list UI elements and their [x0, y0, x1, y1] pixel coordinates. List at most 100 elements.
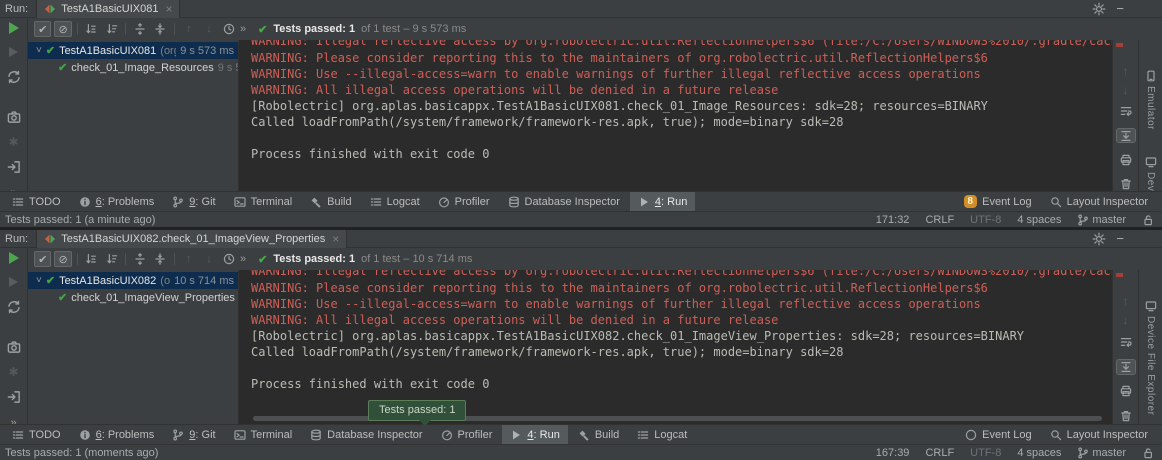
screenshot-camera-icon[interactable] — [7, 110, 21, 124]
test-history-icon[interactable] — [221, 21, 238, 37]
next-occurrence-icon[interactable]: ↓ — [200, 251, 217, 267]
tab-problems[interactable]: 6: Problems — [71, 192, 163, 212]
console-output-1[interactable]: WARNING: Illegal reflective access by or… — [238, 40, 1112, 191]
print-icon[interactable] — [1116, 152, 1136, 167]
hide-window-icon[interactable]: − — [1116, 231, 1124, 246]
event-log-button[interactable]: 8Event Log — [964, 195, 1032, 208]
tab-run[interactable]: 4: Run — [630, 192, 695, 212]
previous-occurrence-icon[interactable]: ↑ — [180, 251, 197, 267]
git-branch-widget[interactable]: master — [1077, 447, 1126, 459]
run-tab-testa1basicuix082[interactable]: TestA1BasicUIX082.check_01_ImageView_Pro… — [36, 230, 347, 248]
down-stack-trace-icon[interactable]: ↓ — [1123, 85, 1129, 95]
tab-terminal[interactable]: Terminal — [226, 425, 301, 445]
screenshot-camera-icon[interactable] — [7, 340, 21, 354]
file-encoding[interactable]: UTF-8 — [970, 214, 1001, 226]
settings-gear-icon[interactable] — [1092, 232, 1106, 246]
show-ignored-toggle[interactable]: ⊘ — [54, 21, 71, 37]
tab-run[interactable]: 4: Run — [502, 425, 567, 445]
hide-window-icon[interactable]: − — [1116, 1, 1124, 16]
collapse-caret-icon[interactable]: ˅ — [36, 275, 42, 286]
soft-wrap-icon[interactable] — [1116, 104, 1136, 119]
sort-by-duration-icon[interactable] — [103, 21, 120, 37]
show-ignored-toggle[interactable]: ⊘ — [54, 251, 71, 267]
settings-gear-icon[interactable] — [1092, 2, 1106, 16]
up-stack-trace-icon[interactable]: ↑ — [1123, 66, 1129, 76]
show-passed-toggle[interactable]: ✔ — [34, 21, 51, 37]
tab-logcat[interactable]: Logcat — [362, 192, 428, 212]
tree-row-root[interactable]: ˅ ✔ TestA1BasicUIX082 (org.aplas.basica … — [28, 272, 238, 289]
caret-position[interactable]: 167:39 — [876, 447, 910, 459]
tab-database-inspector[interactable]: Database Inspector — [500, 192, 628, 212]
line-separator[interactable]: CRLF — [925, 447, 954, 459]
soft-wrap-icon[interactable] — [1116, 334, 1136, 350]
stripe-button-emulator[interactable]: Emulator — [1145, 70, 1157, 130]
collapse-caret-icon[interactable]: ˅ — [36, 45, 42, 56]
tab-build[interactable]: Build — [302, 192, 359, 212]
file-encoding[interactable]: UTF-8 — [970, 447, 1001, 459]
import-tests-icon[interactable] — [7, 160, 21, 174]
event-log-button[interactable]: Event Log — [965, 429, 1032, 441]
indent-setting[interactable]: 4 spaces — [1017, 214, 1061, 226]
tab-git[interactable]: 9: Git — [164, 425, 223, 445]
show-passed-toggle[interactable]: ✔ — [34, 251, 51, 267]
toggle-auto-test-icon[interactable] — [7, 300, 21, 314]
tab-database-inspector[interactable]: Database Inspector — [302, 425, 430, 445]
line-separator[interactable]: CRLF — [925, 214, 954, 226]
sort-alphabetically-icon[interactable] — [83, 251, 100, 267]
tool-window-bar-1: TODO 6: Problems 9: Git Terminal Build L… — [0, 191, 1162, 211]
record-icon[interactable]: ✱ — [8, 367, 18, 377]
import-tests-icon[interactable] — [7, 390, 21, 404]
rerun-button[interactable] — [9, 252, 19, 264]
tab-build[interactable]: Build — [570, 425, 627, 445]
lock-icon[interactable] — [1142, 447, 1154, 459]
tab-todo[interactable]: TODO — [4, 192, 69, 212]
scroll-to-end-icon[interactable] — [1116, 359, 1136, 375]
close-icon[interactable]: × — [165, 2, 172, 16]
console-line: Called loadFromPath(/system/framework/fr… — [251, 344, 1112, 360]
up-stack-trace-icon[interactable]: ↑ — [1123, 296, 1129, 306]
next-occurrence-icon[interactable]: ↓ — [200, 21, 217, 37]
tree-row-test[interactable]: ✔ check_01_ImageView_Properties 10 s 714… — [28, 289, 238, 306]
tab-profiler[interactable]: Profiler — [430, 192, 498, 212]
toggle-auto-test-icon[interactable] — [7, 70, 21, 84]
stripe-button-device-file-explorer[interactable]: Device File Explorer — [1145, 300, 1157, 415]
tree-row-test[interactable]: ✔ check_01_Image_Resources 9 s 573 ms — [28, 59, 238, 76]
collapse-all-icon[interactable] — [152, 21, 169, 37]
layout-inspector-button[interactable]: Layout Inspector — [1050, 429, 1148, 441]
test-history-icon[interactable] — [221, 251, 238, 267]
close-icon[interactable]: × — [332, 232, 339, 246]
console-line: Called loadFromPath(/system/framework/fr… — [251, 114, 1112, 130]
collapse-all-icon[interactable] — [152, 251, 169, 267]
lock-icon[interactable] — [1142, 214, 1154, 226]
tab-git[interactable]: 9: Git — [164, 192, 223, 212]
sort-alphabetically-icon[interactable] — [83, 21, 100, 37]
rerun-failed-tests-button[interactable] — [9, 47, 18, 57]
tab-terminal[interactable]: Terminal — [226, 192, 301, 212]
test-passed-icon: ✔ — [58, 61, 67, 74]
caret-position[interactable]: 171:32 — [876, 214, 910, 226]
rerun-failed-tests-button[interactable] — [9, 277, 18, 287]
previous-occurrence-icon[interactable]: ↑ — [180, 21, 197, 37]
indent-setting[interactable]: 4 spaces — [1017, 447, 1061, 459]
sort-by-duration-icon[interactable] — [103, 251, 120, 267]
expand-all-icon[interactable] — [131, 21, 148, 37]
tab-problems[interactable]: 6: Problems — [71, 425, 163, 445]
down-stack-trace-icon[interactable]: ↓ — [1123, 315, 1129, 325]
tree-row-root[interactable]: ˅ ✔ TestA1BasicUIX081 (org.aplas.basica … — [28, 42, 238, 59]
clear-all-trash-icon[interactable] — [1116, 408, 1136, 424]
record-icon[interactable]: ✱ — [8, 137, 18, 147]
console-line: WARNING: Illegal reflective access by or… — [251, 270, 1112, 279]
expand-all-icon[interactable] — [131, 251, 148, 267]
layout-inspector-button[interactable]: Layout Inspector — [1050, 196, 1148, 208]
tab-todo[interactable]: TODO — [4, 425, 69, 445]
console-line: Process finished with exit code 0 — [251, 376, 1112, 392]
rerun-button[interactable] — [9, 22, 19, 34]
print-icon[interactable] — [1116, 384, 1136, 400]
scroll-to-end-icon[interactable] — [1116, 128, 1136, 143]
clear-all-trash-icon[interactable] — [1116, 176, 1136, 191]
layout-inspector-icon — [1050, 196, 1062, 208]
tab-profiler[interactable]: Profiler — [433, 425, 501, 445]
run-tab-testa1basicuix081[interactable]: TestA1BasicUIX081 × — [36, 0, 180, 18]
tab-logcat[interactable]: Logcat — [629, 425, 695, 445]
git-branch-widget[interactable]: master — [1077, 214, 1126, 226]
